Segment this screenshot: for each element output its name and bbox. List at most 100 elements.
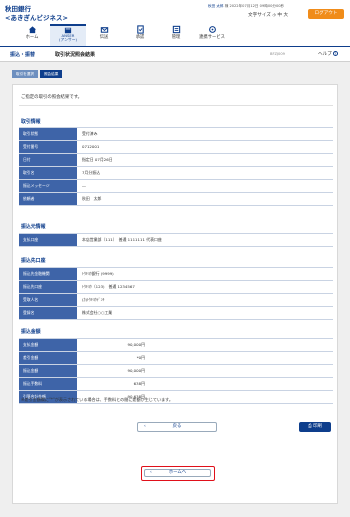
section-heading-amount-info: 振込金額 (21, 329, 41, 335)
nav-home-label: ホーム (25, 35, 39, 40)
row-label: 日付 (19, 154, 77, 166)
row-label: 振込先金融機関 (19, 268, 77, 280)
nav-approval-label: 承認 (135, 35, 145, 40)
transmission-icon (100, 27, 108, 33)
home-button-label: ホームへ (168, 470, 187, 475)
nav-management[interactable]: 管理 (158, 24, 194, 46)
breadcrumb: 振込・振替 (10, 52, 36, 58)
help-label: ヘルプ (318, 52, 332, 57)
nav-management-label: 管理 (171, 35, 181, 40)
table-row: 登録名 株式会社○○工業 (19, 307, 333, 320)
source-info-table: 支払口座 本店営業部（111） 普通 1111111 代表口座 (19, 233, 333, 247)
print-button[interactable]: ⎙ 印刷 (299, 422, 331, 432)
help-link[interactable]: ヘルプ? (318, 51, 338, 57)
table-row: 振込メッセージ ― (19, 180, 333, 193)
intro-text: ご指定の取引の照会結果です。 (21, 95, 83, 100)
row-label: 振込手数料 (19, 378, 77, 390)
back-button-label: 戻る (172, 424, 182, 429)
row-value: 90,000円 (127, 342, 145, 347)
nav-anser-label: ANSER (アンサー) (59, 33, 77, 42)
table-row: 振込手数料 638円 (19, 378, 333, 391)
row-value: 7月分振込 (82, 170, 101, 175)
user-info: 秋田 太郎 様 2022年07月12日 09時00分00秒 (208, 4, 284, 9)
row-label: 登録名 (19, 307, 77, 319)
chevron-left-icon: ‹ (150, 470, 152, 475)
row-value: *0円 (136, 355, 145, 360)
step-indicator: 取引を選択 照会結果 (12, 70, 64, 78)
table-row: 差引金額 *0円 (19, 352, 333, 365)
home-icon (28, 26, 36, 34)
section-heading-destination-info: 振込先口座 (21, 258, 46, 264)
main-panel: ご指定の取引の照会結果です。 取引情報 取引状態 受付済み 受付番号 0712001… (12, 84, 338, 504)
nav-home[interactable]: ホーム (14, 24, 50, 46)
row-label: 受取人名 (19, 294, 77, 306)
table-row: 受付番号 0712001 (19, 141, 333, 154)
transaction-info-table: 取引状態 受付済み 受付番号 0712001 日付 指定日 07月26日 取引名 7月分… (19, 127, 333, 206)
help-icon: ? (332, 51, 338, 56)
home-button-highlight: ‹ ホームへ (141, 466, 215, 481)
table-row: 取引状態 受付済み (19, 128, 333, 141)
home-button[interactable]: ‹ ホームへ (144, 469, 211, 477)
user-suffix: 様 (224, 4, 229, 8)
font-size-medium-button[interactable]: 中 (277, 13, 282, 18)
row-value: 指定日 07月26日 (82, 157, 113, 162)
row-label: 取引名 (19, 167, 77, 179)
print-button-label: 印刷 (313, 424, 322, 429)
row-value: ― (82, 183, 86, 188)
management-icon (172, 25, 180, 34)
printer-icon: ⎙ (308, 424, 312, 429)
amount-info-table: 支払金額 90,000円 差引金額 *0円 振込金額 90,000円 振込手数料 638… (19, 338, 333, 404)
linked-services-icon (208, 26, 216, 33)
row-label: 振込金額 (19, 365, 77, 377)
nav-transmission-label: 伝送 (99, 35, 109, 40)
fee-difference-note: ※差引金額欄に"*"が表示されている場合は、手数料との間に差額が生じています。 (21, 397, 173, 402)
intro-divider (19, 105, 333, 106)
logout-button[interactable]: ログアウト (308, 9, 344, 19)
title-bar: 振込・振替 取引状況照会結果 BFZJ009 ヘルプ? (0, 47, 350, 62)
section-heading-source-info: 振込元情報 (21, 224, 46, 230)
screen-id: BFZJ009 (270, 52, 285, 56)
step-inquiry-result: 照会結果 (39, 70, 63, 78)
row-label: 支払口座 (19, 234, 77, 246)
nav-linked-services-label: 連携サービス (199, 35, 225, 40)
nav-approval[interactable]: 承認 (122, 24, 158, 46)
table-row: 振込金額 90,000円 (19, 365, 333, 378)
row-label: 受付番号 (19, 141, 77, 153)
user-name: 秋田 太郎 (208, 4, 224, 8)
font-size-small-button[interactable]: 小 (272, 13, 276, 17)
table-row: 振込先口座 ﾄｳｷﾖｳ（123) 普通 1234567 (19, 281, 333, 294)
row-label: 振込メッセージ (19, 180, 77, 192)
table-row: 受取人名 (ｶ)ﾄｳｷﾖｳﾃﾞﾝｷ (19, 294, 333, 307)
destination-info-table: 振込先金融機関 ﾄｳｷﾖｳ銀行 (9999) 振込先口座 ﾄｳｷﾖｳ（123) 普通… (19, 267, 333, 320)
row-value: 638円 (133, 381, 145, 386)
row-value: 株式会社○○工業 (82, 310, 113, 315)
nav-linked-services[interactable]: 連携サービス (194, 24, 230, 46)
row-value: 0712001 (82, 144, 100, 149)
row-label: 支払金額 (19, 339, 77, 351)
global-navigation: ホーム ANSER (アンサー) 伝送 承認 管理 連携サービス (14, 24, 230, 46)
nav-transmission[interactable]: 伝送 (86, 24, 122, 46)
table-row: 取引名 7月分振込 (19, 167, 333, 180)
font-size-large-button[interactable]: 大 (283, 13, 288, 18)
back-button[interactable]: ‹ 戻る (137, 422, 217, 432)
last-login-time: 2022年07月12日 09時00分00秒 (229, 4, 285, 8)
row-label: 振込先口座 (19, 281, 77, 293)
row-value: 秋田 太郎 (82, 196, 102, 201)
service-logo-name: <あきぎんビジネス> (5, 14, 68, 22)
row-value: ﾄｳｷﾖｳ銀行 (9999) (82, 271, 114, 276)
font-size-label: 文字サイズ (248, 13, 271, 18)
font-size-selector: 文字サイズ 小 中 大 (248, 12, 288, 18)
row-label: 取引状態 (19, 128, 77, 140)
table-row: 日付 指定日 07月26日 (19, 154, 333, 167)
row-label: 依頼者 (19, 193, 77, 205)
step-select-transaction: 取引を選択 (12, 70, 38, 78)
row-value: ﾄｳｷﾖｳ（123) 普通 1234567 (82, 284, 135, 289)
row-value: 90,000円 (127, 368, 145, 373)
approval-icon (136, 25, 144, 34)
table-row: 依頼者 秋田 太郎 (19, 193, 333, 206)
row-value: 受付済み (82, 131, 98, 136)
row-label: 差引金額 (19, 352, 77, 364)
row-value: (ｶ)ﾄｳｷﾖｳﾃﾞﾝｷ (82, 297, 105, 302)
section-heading-transaction-info: 取引情報 (21, 119, 41, 125)
nav-anser[interactable]: ANSER (アンサー) (50, 24, 86, 46)
